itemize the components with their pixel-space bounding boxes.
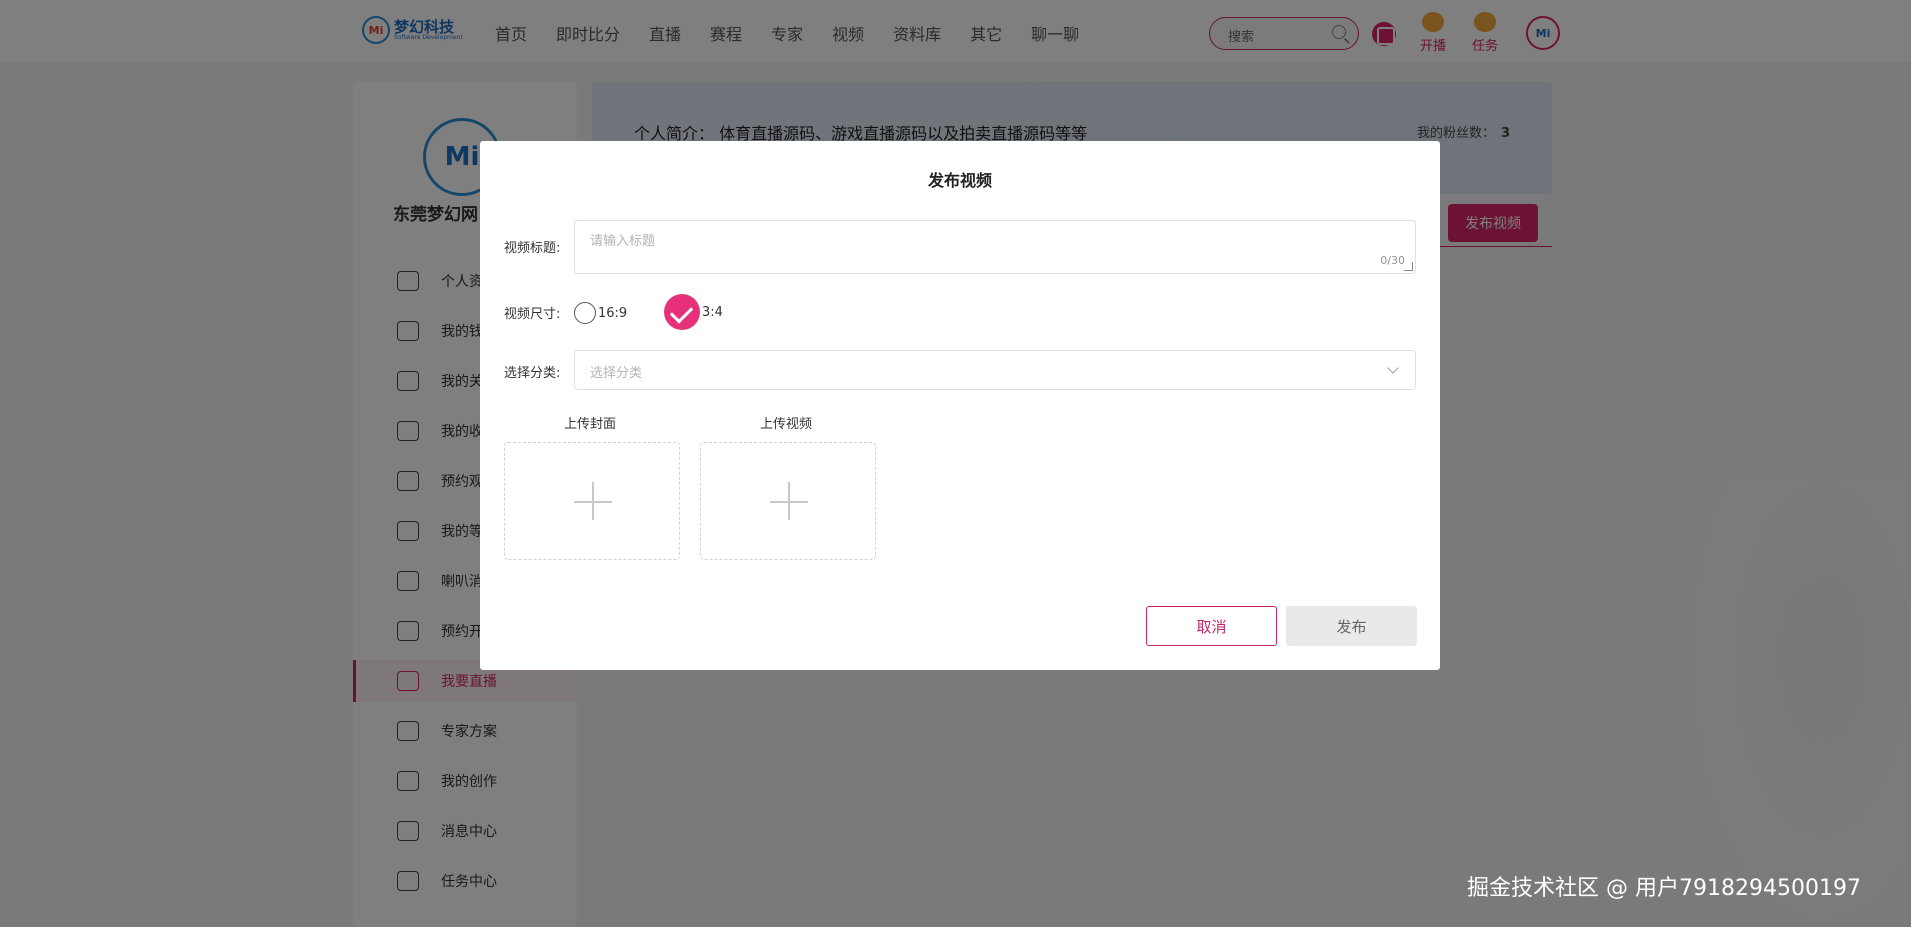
- radio-unchecked-icon[interactable]: [574, 302, 596, 324]
- upload-cover-dropzone[interactable]: [504, 442, 680, 560]
- chevron-down-icon: [1387, 362, 1399, 374]
- resize-handle-icon[interactable]: [1404, 262, 1413, 271]
- watermark-text: 掘金技术社区 @ 用户7918294500197: [1467, 876, 1861, 901]
- video-title-input[interactable]: 请输入标题 0/30: [574, 220, 1416, 274]
- cancel-button[interactable]: 取消: [1146, 606, 1277, 646]
- category-placeholder: 选择分类: [590, 366, 643, 381]
- upload-video-dropzone[interactable]: [700, 442, 876, 560]
- category-select[interactable]: 选择分类: [574, 350, 1416, 390]
- size-option-3-4[interactable]: 3:4: [664, 294, 723, 330]
- size-option-3-4-label: 3:4: [702, 304, 723, 320]
- video-title-placeholder: 请输入标题: [590, 234, 656, 249]
- size-option-16-9-label: 16:9: [598, 305, 628, 321]
- size-option-16-9[interactable]: 16:9: [574, 302, 627, 324]
- category-label: 选择分类:: [504, 366, 561, 381]
- plus-icon-stroke: [592, 482, 594, 520]
- upload-cover-label: 上传封面: [564, 417, 617, 432]
- publish-video-dialog: 发布视频 视频标题: 请输入标题 0/30 视频尺寸: 16:9 3:4 选择分…: [480, 141, 1440, 670]
- plus-icon-stroke: [788, 482, 790, 520]
- video-title-counter: 0/30: [1380, 254, 1405, 267]
- video-title-label: 视频标题:: [504, 241, 561, 256]
- video-size-label: 视频尺寸:: [504, 307, 561, 322]
- upload-video-label: 上传视频: [760, 417, 813, 432]
- dialog-title: 发布视频: [927, 171, 992, 190]
- submit-button[interactable]: 发布: [1286, 606, 1417, 646]
- radio-checked-icon[interactable]: [664, 294, 700, 330]
